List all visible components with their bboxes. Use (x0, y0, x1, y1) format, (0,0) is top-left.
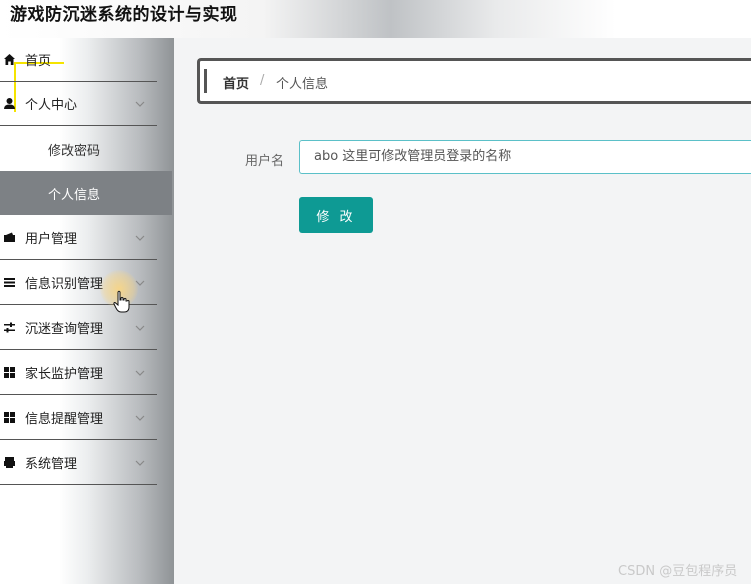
sidebar-item-parent-guardian[interactable]: 家长监护管理 (0, 351, 157, 395)
main-content: 首页 / 个人信息 用户名 abo 这里可修改管理员登录的名称 修 改 (174, 38, 751, 584)
sidebar-item-user-management[interactable]: 用户管理 (0, 216, 157, 260)
sliders-icon (2, 321, 16, 335)
printer-icon (2, 456, 16, 470)
sidebar-subitem-label: 个人信息 (48, 187, 101, 203)
breadcrumb-home-link[interactable]: 首页 (223, 73, 249, 92)
sidebar-item-label: 信息提醒管理 (25, 412, 104, 427)
watermark: CSDN @豆包程序员 (618, 564, 738, 579)
sidebar-item-label: 用户管理 (25, 232, 78, 247)
sidebar-subitem-label: 修改密码 (48, 143, 101, 159)
sidebar-item-label: 个人中心 (25, 98, 78, 113)
chevron-down-icon (135, 101, 145, 107)
sidebar-item-label: 家长监护管理 (25, 367, 104, 382)
sidebar-item-label: 沉迷查询管理 (25, 322, 104, 337)
breadcrumb: 首页 / 个人信息 (197, 58, 751, 104)
breadcrumb-separator: / (260, 73, 265, 88)
sidebar-item-personal-center[interactable]: 个人中心 (0, 82, 157, 126)
app-header: 游戏防沉迷系统的设计与实现 (0, 0, 751, 39)
sidebar-subitem-personal-info[interactable]: 个人信息 (0, 171, 172, 215)
wallet-icon (2, 231, 16, 245)
username-input[interactable]: abo 这里可修改管理员登录的名称 (299, 140, 751, 174)
sidebar-subitem-change-password[interactable]: 修改密码 (0, 127, 172, 171)
hand-cursor-icon (113, 290, 130, 313)
list-icon (2, 276, 16, 290)
submit-button[interactable]: 修 改 (299, 197, 373, 233)
chevron-down-icon (135, 460, 145, 466)
sidebar-item-label: 信息识别管理 (25, 277, 104, 292)
home-icon (2, 53, 16, 67)
sidebar: 首页 个人中心 修改密码 个人信息 用户管理 信息识别管理 沉迷查询管理 家长监… (0, 38, 174, 584)
chevron-down-icon (135, 415, 145, 421)
sidebar-item-addiction-query[interactable]: 沉迷查询管理 (0, 306, 157, 350)
username-label: 用户名 (245, 154, 285, 169)
breadcrumb-accent (204, 69, 207, 93)
chevron-down-icon (135, 325, 145, 331)
grid-icon (2, 411, 16, 425)
sidebar-item-label: 首页 (25, 54, 52, 69)
chevron-down-icon (135, 235, 145, 241)
sidebar-item-home[interactable]: 首页 (0, 38, 157, 82)
user-icon (2, 97, 16, 111)
app-title: 游戏防沉迷系统的设计与实现 (10, 5, 238, 25)
sidebar-item-info-reminder[interactable]: 信息提醒管理 (0, 396, 157, 440)
sidebar-item-system-management[interactable]: 系统管理 (0, 441, 157, 485)
grid-icon (2, 366, 16, 380)
sidebar-item-label: 系统管理 (25, 457, 78, 472)
breadcrumb-current: 个人信息 (276, 77, 329, 92)
chevron-down-icon (135, 370, 145, 376)
